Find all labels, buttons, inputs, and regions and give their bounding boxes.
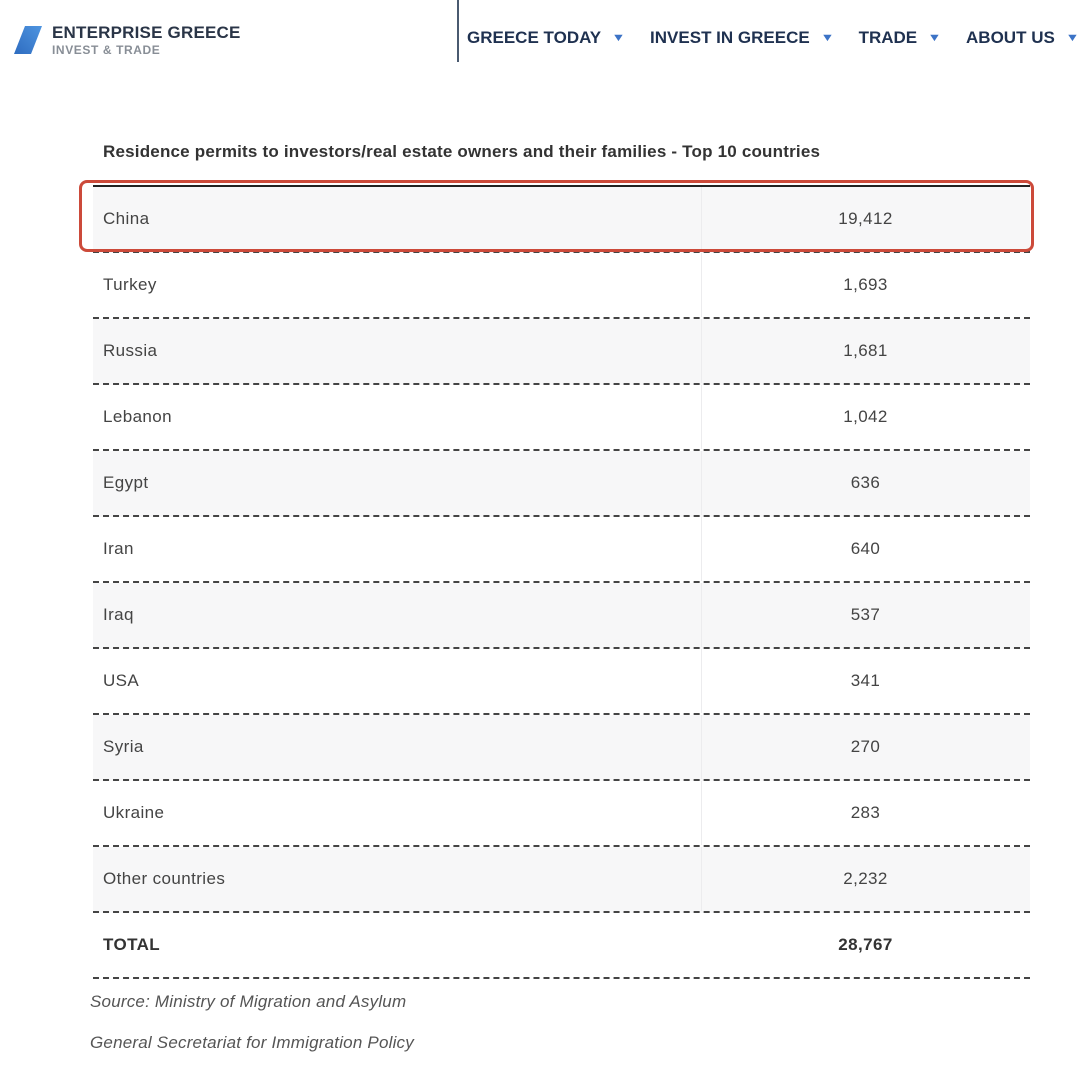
table-row: Lebanon 1,042	[93, 385, 1030, 451]
country-cell: Ukraine	[103, 803, 165, 822]
table-row: China 19,412	[93, 187, 1030, 253]
main-nav: GREECE TODAY ▼ INVEST IN GREECE ▼ TRADE …	[467, 28, 1080, 48]
country-cell: Iraq	[103, 605, 134, 624]
total-value: 28,767	[838, 935, 893, 954]
country-cell: Egypt	[103, 473, 149, 492]
table-row: Iran 640	[93, 517, 1030, 583]
source-line-1: Source: Ministry of Migration and Asylum	[90, 992, 407, 1011]
country-cell: Iran	[103, 539, 134, 558]
table-title: Residence permits to investors/real esta…	[103, 142, 821, 161]
permits-value-cell: 341	[850, 671, 881, 690]
logo-text: ENTERPRISE GREECE INVEST & TRADE	[52, 24, 241, 58]
table-body: China 19,412 Turkey 1,693 Russia 1,681 Lebanon…	[93, 187, 1030, 913]
table-row: Ukraine 283	[93, 781, 1030, 847]
site-header: ENTERPRISE GREECE INVEST & TRADE GREECE …	[0, 0, 1080, 80]
table-row: Iraq 537	[93, 583, 1030, 649]
table-row: Russia 1,681	[93, 319, 1030, 385]
permits-value-cell: 2,232	[843, 869, 888, 888]
nav-item-greece-today[interactable]: GREECE TODAY ▼	[467, 28, 626, 48]
permits-value-cell: 1,042	[843, 407, 888, 426]
residence-permits-table: China 19,412 Turkey 1,693 Russia 1,681 Lebanon…	[93, 185, 1030, 979]
permits-value-cell: 1,681	[843, 341, 888, 360]
permits-value-cell: 640	[850, 539, 881, 558]
table-row: Syria 270	[93, 715, 1030, 781]
table-row: USA 341	[93, 649, 1030, 715]
permits-value-cell: 636	[850, 473, 881, 492]
total-label: TOTAL	[103, 935, 161, 954]
nav-item-about-us[interactable]: ABOUT US ▼	[966, 28, 1080, 48]
table-row: Egypt 636	[93, 451, 1030, 517]
nav-label: GREECE TODAY	[467, 28, 602, 47]
chevron-down-icon: ▼	[927, 32, 942, 44]
permits-value-cell: 283	[850, 803, 881, 822]
permits-value-cell: 1,693	[843, 275, 888, 294]
table-total-row: TOTAL 28,767	[93, 913, 1030, 979]
permits-value-cell: 537	[850, 605, 881, 624]
nav-item-invest-in-greece[interactable]: INVEST IN GREECE ▼	[650, 28, 835, 48]
logo-title: ENTERPRISE GREECE	[52, 23, 241, 42]
permits-value-cell: 270	[850, 737, 881, 756]
country-cell: Russia	[103, 341, 158, 360]
enterprise-greece-logo-icon	[14, 26, 42, 54]
table-row: Other countries 2,232	[93, 847, 1030, 913]
nav-item-trade[interactable]: TRADE ▼	[858, 28, 942, 48]
chevron-down-icon: ▼	[611, 32, 626, 44]
country-cell: Syria	[103, 737, 144, 756]
country-cell: China	[103, 209, 150, 228]
country-cell: Turkey	[103, 275, 157, 294]
logo-subtitle: INVEST & TRADE	[52, 43, 161, 57]
nav-label: ABOUT US	[966, 28, 1055, 47]
country-cell: Other countries	[103, 869, 226, 888]
nav-label: TRADE	[858, 28, 918, 47]
chevron-down-icon: ▼	[820, 32, 835, 44]
source-line-2: General Secretariat for Immigration Poli…	[90, 1033, 414, 1052]
table-row: Turkey 1,693	[93, 253, 1030, 319]
nav-divider	[457, 0, 459, 62]
country-cell: Lebanon	[103, 407, 172, 426]
nav-label: INVEST IN GREECE	[650, 28, 810, 47]
site-logo[interactable]: ENTERPRISE GREECE INVEST & TRADE	[14, 24, 241, 58]
country-cell: USA	[103, 671, 140, 690]
permits-value-cell: 19,412	[838, 209, 893, 228]
chevron-down-icon: ▼	[1065, 32, 1080, 44]
